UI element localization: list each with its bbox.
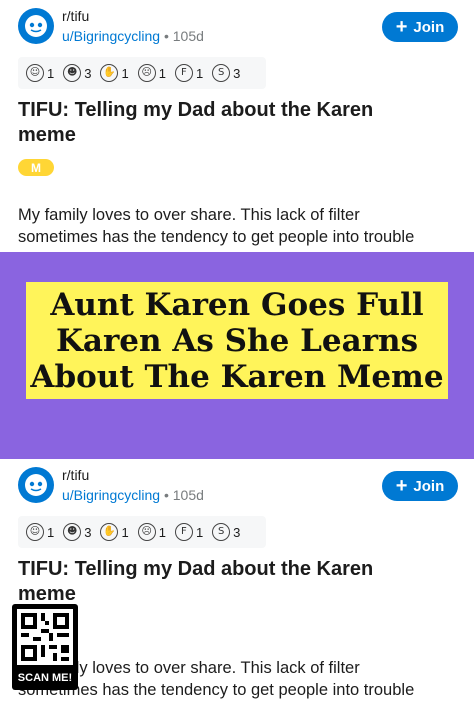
qr-label: SCAN ME! <box>17 672 73 684</box>
headline-line: Karen As She Learns <box>55 322 419 359</box>
headline-line: About The Karen Meme <box>30 358 444 395</box>
username[interactable]: u/Bigringcycling <box>62 28 160 44</box>
qr-code-icon <box>21 613 69 661</box>
post-title[interactable]: TIFU: Telling my Dad about the Karen mem… <box>18 557 458 607</box>
award-count: 3 <box>233 524 241 540</box>
award-count: 1 <box>158 65 166 81</box>
award-5-icon: F <box>174 523 193 541</box>
award-count: 3 <box>84 524 92 540</box>
subreddit-name[interactable]: r/tifu <box>62 8 89 24</box>
post-flair[interactable]: M <box>18 159 54 176</box>
award-item: ✋ 1 <box>100 64 129 82</box>
join-button[interactable]: + Join <box>382 12 458 42</box>
headline-line: Aunt Karen Goes Full <box>50 286 424 323</box>
post-age: 105d <box>172 487 204 503</box>
award-1-icon: ☺ <box>26 64 44 82</box>
post-title-line: meme <box>18 583 76 605</box>
awards-bar[interactable]: ☺ 1 ☻ 3 ✋ 1 ☹ 1 F1 S3 <box>18 516 266 548</box>
reddit-icon <box>25 15 47 37</box>
subreddit-avatar[interactable] <box>18 8 54 44</box>
post-body: My family loves to over share. This lack… <box>18 657 468 701</box>
award-item: F1 <box>174 64 204 82</box>
award-count: 3 <box>233 65 241 81</box>
post-age: 105d <box>172 28 204 44</box>
post-body-line: sometimes has the tendency to get people… <box>18 681 415 699</box>
join-button[interactable]: + Join <box>382 471 458 501</box>
reddit-icon <box>25 474 47 496</box>
awards-bar[interactable]: ☺ 1 ☻ 3 ✋ 1 ☹ 1 F1 S3 <box>18 57 266 89</box>
award-item: S3 <box>212 523 240 541</box>
award-item: ☹ 1 <box>137 523 166 541</box>
post-header: r/tifu u/Bigringcycling • 105d + Join <box>18 8 458 50</box>
award-2-icon: ☻ <box>63 523 82 541</box>
award-item: ☺ 1 <box>26 64 54 82</box>
award-5-icon: F <box>174 64 193 82</box>
award-item: F1 <box>174 523 204 541</box>
award-1-icon: ☺ <box>26 523 44 541</box>
post-body: My family loves to over share. This lack… <box>18 204 468 248</box>
award-3-icon: ✋ <box>100 523 119 541</box>
award-count: 1 <box>47 65 55 81</box>
post-title-line: TIFU: Telling my Dad about the Karen <box>18 99 374 121</box>
post-meta: u/Bigringcycling • 105d <box>62 487 204 503</box>
award-6-icon: S <box>212 64 231 82</box>
post-header: r/tifu u/Bigringcycling • 105d + Join <box>18 467 458 509</box>
award-6-icon: S <box>212 523 231 541</box>
post-title[interactable]: TIFU: Telling my Dad about the Karen mem… <box>18 98 458 148</box>
post-body-line: sometimes has the tendency to get people… <box>18 228 415 246</box>
award-count: 3 <box>84 65 92 81</box>
qr-code <box>17 609 73 665</box>
award-count: 1 <box>47 524 55 540</box>
award-4-icon: ☹ <box>137 523 156 541</box>
plus-icon: + <box>395 16 408 38</box>
award-2-icon: ☻ <box>63 64 82 82</box>
username[interactable]: u/Bigringcycling <box>62 487 160 503</box>
award-3-icon: ✋ <box>100 64 119 82</box>
award-count: 1 <box>121 65 129 81</box>
award-item: ☻ 3 <box>63 523 91 541</box>
award-item: ✋ 1 <box>100 523 129 541</box>
post-body-line: My family loves to over share. This lack… <box>18 659 360 677</box>
post-title-line: TIFU: Telling my Dad about the Karen <box>18 558 374 580</box>
award-item: S3 <box>212 64 240 82</box>
award-4-icon: ☹ <box>137 64 156 82</box>
award-count: 1 <box>121 524 129 540</box>
post-body-line: My family loves to over share. This lack… <box>18 206 360 224</box>
subreddit-avatar[interactable] <box>18 467 54 503</box>
award-count: 1 <box>195 65 204 81</box>
join-label: Join <box>413 18 445 36</box>
qr-code-badge[interactable]: SCAN ME! <box>12 604 78 690</box>
post-card-top: r/tifu u/Bigringcycling • 105d + Join ☺ 1… <box>0 0 474 252</box>
headline-box: Aunt Karen Goes Full Karen As She Learns… <box>26 282 448 399</box>
join-label: Join <box>413 477 445 495</box>
headline-text: Aunt Karen Goes Full Karen As She Learns… <box>30 287 443 395</box>
post-title-line: meme <box>18 124 76 146</box>
subreddit-name[interactable]: r/tifu <box>62 467 89 483</box>
award-count: 1 <box>158 524 166 540</box>
award-item: ☺ 1 <box>26 523 54 541</box>
award-item: ☹ 1 <box>137 64 166 82</box>
plus-icon: + <box>395 475 408 497</box>
award-count: 1 <box>195 524 204 540</box>
post-meta: u/Bigringcycling • 105d <box>62 28 204 44</box>
award-item: ☻ 3 <box>63 64 91 82</box>
